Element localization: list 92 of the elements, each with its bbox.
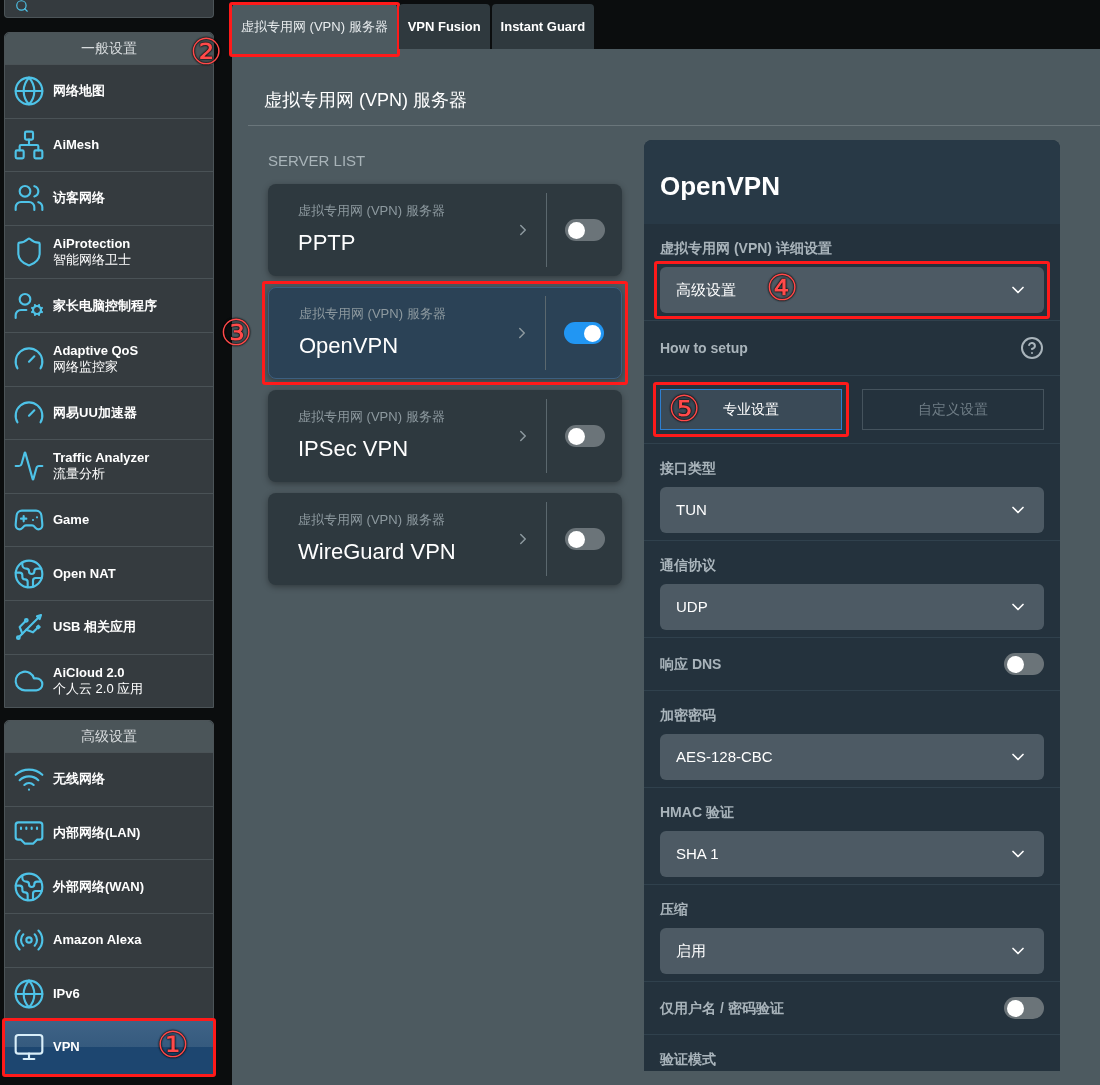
sidebar-item[interactable]: 无线网络 [5,752,213,806]
select-field[interactable]: SHA 1 [660,831,1044,877]
server-caption: 虚拟专用网 (VPN) 服务器 [298,510,446,529]
tab[interactable]: Instant Guard [491,4,595,49]
sidebar-item[interactable]: Game [5,492,213,547]
select-field[interactable]: UDP [660,584,1044,630]
help-icon [1020,336,1044,360]
field-label: 响应 DNS [660,654,722,674]
toggle-switch[interactable] [1004,997,1044,1019]
field-label: 通信协议 [660,556,717,575]
annotation-number: ③ [220,315,253,351]
sidebar-item-label: 网易UU加速器 [53,404,137,421]
field-label: 加密密码 [660,706,717,725]
sidebar-item[interactable]: 外部网络(WAN) [5,859,213,913]
sidebar-item-label: 家长电脑控制程序 [53,297,157,314]
sidebar-item-label: Open NAT [53,565,116,582]
sidebar-item-label: IPv6 [53,985,80,1002]
globe-icon [13,977,45,1010]
section-header: 高级设置 [5,721,213,753]
network-icon [13,128,45,161]
annotation-number: ① [156,1027,189,1064]
server-card[interactable]: 虚拟专用网 (VPN) 服务器 IPSec VPN [268,390,622,482]
sidebar-item[interactable]: Adaptive QoS 网络监控家 [5,331,213,386]
field-label: How to setup [660,338,748,358]
pulse-icon [13,450,45,483]
annotation-number: ⑤ [668,391,701,427]
select-field[interactable]: TUN [660,487,1044,533]
toggle-switch[interactable] [564,528,605,550]
settings-title: OpenVPN [644,140,1060,224]
toggle-switch[interactable] [563,322,604,344]
sidebar-item-label: AiCloud 2.0 [53,664,126,681]
sidebar-item-sublabel: 网络监控家 [53,359,119,376]
field-label: 压缩 [660,900,689,919]
sidebar-item-label: AiProtection [53,236,131,253]
server-list-heading: SERVER LIST [268,151,367,171]
sidebar-item-label: VPN [53,1039,80,1056]
annotation-number: ④ [766,270,799,306]
page-title: 虚拟专用网 (VPN) 服务器 [248,49,1100,126]
server-name: IPSec VPN [298,435,410,464]
field-label: 仅用户名 / 密码验证 [660,998,784,1018]
sidebar-item-label: Game [53,512,90,529]
sidebar-item[interactable]: Open NAT [5,546,213,600]
sidebar-item[interactable]: IPv6 [5,966,213,1021]
server-caption: 虚拟专用网 (VPN) 服务器 [298,201,446,220]
tab[interactable]: 虚拟专用网 (VPN) 服务器 [232,4,397,49]
sidebar-item-label: AiMesh [53,136,100,153]
sidebar-item-sublabel: 个人云 2.0 应用 [53,680,144,697]
toggle-switch[interactable] [564,425,605,447]
globe-icon [13,870,45,903]
sidebar-item-label: Amazon Alexa [53,932,142,949]
select-field[interactable]: 启用 [660,928,1044,974]
search-icon [15,0,29,13]
sidebar-item[interactable]: 内部网络(LAN) [5,805,213,860]
tab[interactable]: VPN Fusion [398,4,490,49]
sidebar-item[interactable]: 家长电脑控制程序 [5,278,213,332]
sidebar-item[interactable]: 访客网络 [5,171,213,225]
select-field[interactable]: AES-128-CBC [660,734,1044,780]
sidebar-item[interactable]: 网易UU加速器 [5,385,213,440]
sidebar-item-label: Adaptive QoS [53,343,139,360]
sidebar-item[interactable]: Amazon Alexa [5,912,213,967]
globe-icon [13,557,45,590]
sidebar-item-label: 外部网络(WAN) [53,878,144,895]
server-name: OpenVPN [299,332,400,361]
sidebar-item-label: 无线网络 [53,771,105,788]
sidebar-item[interactable]: AiProtection 智能网络卫士 [5,224,213,279]
sidebar-item[interactable]: AiMesh [5,117,213,172]
sidebar-item-sublabel: 智能网络卫士 [53,252,131,269]
sidebar-item-label: 网络地图 [53,83,105,100]
server-name: WireGuard VPN [298,538,457,567]
sidebar-item-label: Traffic Analyzer [53,450,150,467]
sidebar-item-sublabel: 流量分析 [53,466,106,483]
sidebar-item[interactable]: 网络地图 [5,64,213,118]
server-card[interactable]: 虚拟专用网 (VPN) 服务器 WireGuard VPN [268,493,622,585]
toggle-switch[interactable] [564,219,605,241]
sidebar-item-label: 访客网络 [53,190,105,207]
sidebar-item-label: USB 相关应用 [53,619,137,636]
server-caption: 虚拟专用网 (VPN) 服务器 [298,407,446,426]
globe-icon [13,75,45,108]
sidebar-item[interactable]: USB 相关应用 [5,599,213,654]
field-label: 虚拟专用网 (VPN) 详细设置 [660,239,833,258]
server-caption: 虚拟专用网 (VPN) 服务器 [299,304,447,323]
sidebar-item[interactable]: VPN ① [5,1020,213,1074]
server-card[interactable]: 虚拟专用网 (VPN) 服务器 PPTP [268,184,622,276]
server-card[interactable]: 虚拟专用网 (VPN) 服务器 OpenVPN [268,287,622,379]
toggle-switch[interactable] [1004,653,1044,675]
sidebar-item[interactable]: AiCloud 2.0 个人云 2.0 应用 [5,653,213,708]
server-name: PPTP [298,229,357,258]
field-label: HMAC 验证 [660,803,735,822]
field-label: 验证模式 [660,1051,716,1067]
field-label: 接口类型 [660,459,717,478]
sidebar-item[interactable]: Traffic Analyzer 流量分析 [5,439,213,493]
sidebar-item-label: 内部网络(LAN) [53,825,141,841]
